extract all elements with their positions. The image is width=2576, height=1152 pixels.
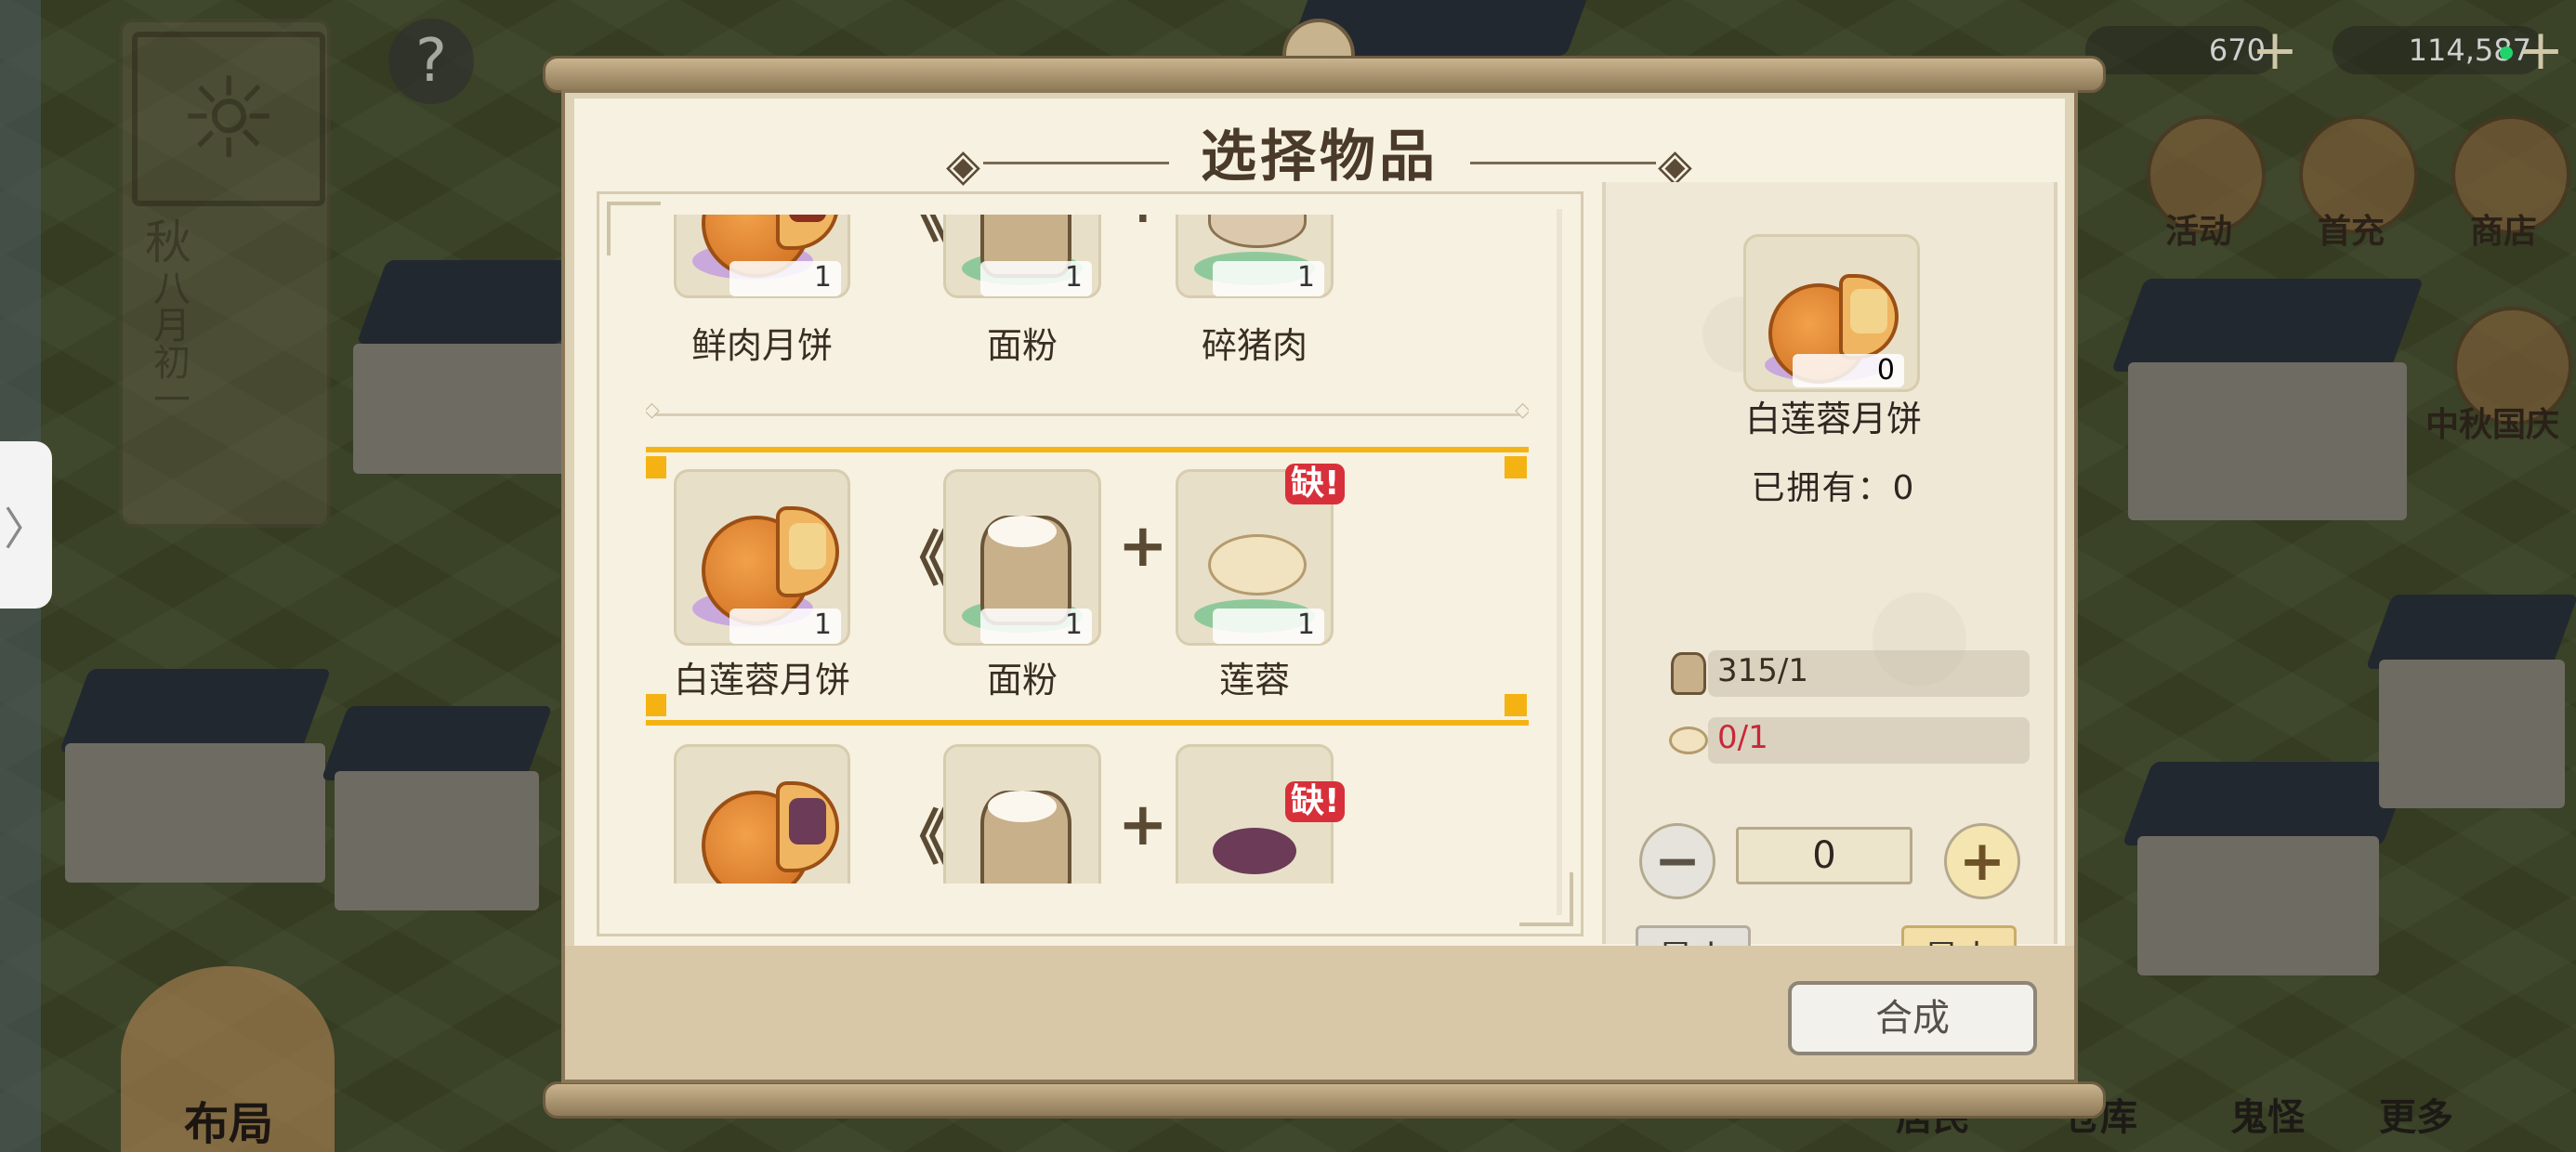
recipe-row-selected[interactable]: 1 白莲蓉月饼 《 1 面粉 + 缺! 1 莲蓉 (646, 447, 1529, 726)
scroll-top-rod (543, 56, 2106, 93)
requirement-row: 315/1 (1667, 647, 2030, 697)
layout-label: 布局 (184, 1098, 274, 1150)
plus-icon: + (1118, 512, 1168, 581)
plus-icon: + (1958, 829, 2006, 894)
scroll-bottom-rod (543, 1081, 2106, 1119)
currency-2-add-button[interactable]: + (2515, 22, 2567, 78)
dialog-body: ◈ 选择物品 ◈ 1 鲜肉月饼 《 1 面粉 1 碎猪肉 ◇ ◇ 1 白莲蓉月饼… (574, 98, 2065, 990)
ingredient-name: 面粉 (986, 660, 1058, 700)
mooncake-slice-icon (1839, 274, 1899, 360)
recipe-list-frame: 1 鲜肉月饼 《 1 面粉 + (597, 191, 1584, 936)
lotus-paste-icon (1667, 715, 1708, 760)
row-divider (646, 399, 1529, 422)
ingredient-slot[interactable]: 缺! 1 莲蓉 (1176, 464, 1346, 700)
recipe-list[interactable]: 1 鲜肉月饼 《 1 面粉 + (646, 215, 1529, 884)
select-item-dialog: ◈ 选择物品 ◈ 1 鲜肉月饼 《 1 面粉 1 碎猪肉 ◇ ◇ 1 白莲蓉月饼… (561, 89, 2078, 1083)
ingredient-qty: 1 (1213, 609, 1324, 644)
currency-2-value: 114,587 (2408, 33, 2531, 68)
product-slot[interactable]: 1 鲜肉月饼 (674, 215, 850, 366)
owned-count: 已拥有：0 (1751, 469, 1916, 507)
ingredient-qty: 1 (980, 261, 1092, 296)
selection-corner (646, 456, 666, 478)
plus-icon: + (1118, 215, 1168, 237)
plus-icon: + (2517, 18, 2565, 83)
currency-1-add-button[interactable]: + (2249, 22, 2301, 78)
nav-monsters[interactable]: 鬼怪 (2230, 1087, 2305, 1141)
arrow-left-icon: 《 (889, 805, 949, 873)
increase-button[interactable]: + (1944, 823, 2020, 899)
product-qty: 1 (729, 609, 841, 644)
selected-item-frame: 0 (1743, 234, 1920, 392)
season-label: 秋八月初一 (136, 217, 201, 427)
selected-item-name: 白莲蓉月饼 (1744, 399, 1922, 439)
ingredient-name: 碎猪肉 (1201, 325, 1308, 366)
product-name: 白莲蓉月饼 (673, 660, 850, 700)
ingredient-slot[interactable]: 1 面粉 (943, 215, 1101, 366)
dialog-title-row: ◈ 选择物品 ◈ (574, 111, 2065, 192)
ingredient-slot[interactable]: 1 面粉 (943, 469, 1101, 700)
first-recharge-label: 首充 (2318, 213, 2385, 251)
status-dot (2500, 46, 2513, 59)
plus-icon: + (2251, 18, 2299, 83)
season-panel: ☼ 秋八月初一 (119, 19, 331, 528)
requirement-text: 315/1 (1717, 652, 1808, 689)
sun-icon: ☼ (132, 32, 325, 206)
flour-top (988, 516, 1057, 547)
title-line-left (983, 162, 1169, 164)
lotus-paste-icon (1208, 534, 1307, 596)
requirement-text: 0/1 (1717, 719, 1768, 756)
recipe-list-scrollbar[interactable] (1557, 209, 1562, 915)
ingredient-qty: 1 (1213, 261, 1324, 296)
ingredient-slot[interactable]: 缺! 1 碎猪肉 (1176, 215, 1334, 366)
title-line-right (1470, 162, 1656, 164)
lacking-badge: 缺! (1285, 464, 1346, 504)
arrow-left-icon: 《 (889, 215, 949, 251)
flour-top (988, 791, 1057, 822)
requirement-row: 0/1 (1667, 713, 2030, 764)
flour-bag-icon (1667, 648, 1706, 695)
taro-paste-icon (1213, 828, 1296, 874)
plus-icon: + (1118, 791, 1168, 859)
ingredient-qty: 1 (980, 609, 1092, 644)
selection-corner (1505, 456, 1527, 478)
recipe-row[interactable]: 1 鲜肉月饼 《 1 面粉 + (646, 215, 1529, 422)
side-drawer-tab[interactable]: 〉 (0, 441, 52, 609)
lacking-badge: 缺! (1285, 781, 1346, 822)
chevron-right-icon: 〉 (3, 504, 48, 556)
decrease-button[interactable]: − (1639, 823, 1715, 899)
ingredient-slot[interactable]: 缺! (1176, 744, 1346, 884)
product-name: 鲜肉月饼 (690, 325, 833, 366)
recipe-row[interactable]: 《 + 缺! (646, 744, 1529, 884)
item-detail-panel: 0 白莲蓉月饼 已拥有：0 315/1 0/1 − 0 + 最小 最大 (1602, 182, 2057, 990)
product-qty: 1 (729, 261, 841, 296)
ingredient-name: 莲蓉 (1218, 660, 1290, 700)
event-label: 中秋国庆 (2425, 406, 2560, 444)
help-button[interactable]: ? (388, 19, 474, 104)
dialog-title: 选择物品 (1201, 124, 1439, 190)
shop-label: 商店 (2470, 213, 2538, 251)
arrow-left-icon: 《 (889, 526, 949, 595)
product-slot[interactable]: 1 白莲蓉月饼 (674, 469, 850, 700)
craft-button[interactable]: 合成 (1788, 981, 2037, 1055)
selected-item-qty: 0 (1793, 354, 1904, 387)
help-icon: ? (415, 27, 447, 96)
ingredient-slot[interactable] (943, 744, 1101, 884)
ingredient-name: 面粉 (986, 325, 1058, 366)
product-slot[interactable] (674, 744, 850, 884)
activity-label: 活动 (2165, 213, 2233, 251)
currency-2-display: 114,587 (2333, 26, 2544, 74)
nav-more[interactable]: 更多 (2379, 1087, 2453, 1141)
title-ornament-icon: ◈ (946, 139, 980, 191)
selection-corner (1505, 694, 1527, 716)
minus-icon: − (1653, 829, 1702, 894)
quantity-input[interactable]: 0 (1736, 827, 1912, 884)
season-text: 秋 (145, 216, 191, 269)
date-text: 八月初一 (147, 268, 190, 417)
